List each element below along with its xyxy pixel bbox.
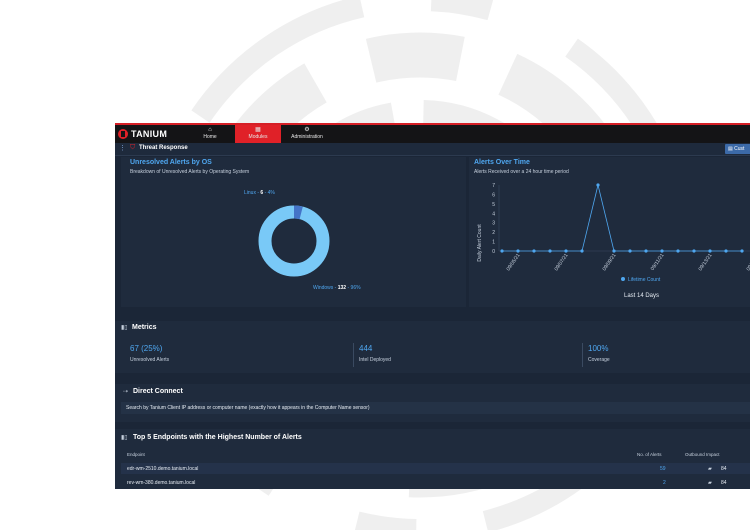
module-title: Threat Response (139, 145, 188, 151)
y-tick-label: 6 (492, 192, 495, 198)
windows-label: Windows - 132 - 96% (313, 285, 361, 291)
alert-count[interactable]: 59 (660, 466, 666, 472)
y-tick-label: 7 (492, 183, 495, 189)
home-icon: ⌂ (208, 127, 212, 133)
alert-count[interactable]: 2 (663, 480, 666, 486)
endpoint-name[interactable]: edr-wm-2510.demo.tanium.local (127, 466, 198, 472)
flag-icon: ▰ (708, 466, 712, 472)
logo-icon (118, 129, 128, 139)
shield-icon: ⛉ (130, 144, 136, 151)
metric-unresolved-label: Unresolved Alerts (130, 357, 170, 363)
chart-bars-icon: ▮▯ (121, 435, 128, 441)
alerts-line-chart: Daily Alert Count 0 1 2 3 4 5 6 7 09/05/21 09/07… (477, 183, 750, 273)
direct-connect-title: Direct Connect (133, 388, 183, 395)
series-line (502, 184, 742, 252)
y-axis-label: Daily Alert Count (477, 224, 483, 262)
os-donut-chart (258, 205, 330, 277)
table-row[interactable]: rev-wm-380.demo.tanium.local 2 ▰ 84 (121, 477, 750, 488)
data-point[interactable] (516, 249, 520, 253)
gear-icon: ⚙ (304, 127, 310, 133)
customize-button[interactable]: ▤ Cust (725, 144, 750, 154)
x-tick-label: 09/11/21 (650, 253, 666, 272)
x-tick-label: 09/05/21 (506, 253, 522, 273)
y-tick-label: 2 (492, 230, 495, 236)
module-header: ⋮ ⛉ Threat Response ▤ Cust (115, 143, 750, 156)
x-tick-label: 09/13/21 (698, 253, 714, 273)
y-tick-label: 0 (492, 249, 495, 255)
data-point[interactable] (500, 249, 504, 253)
column-endpoint[interactable]: Endpoint (127, 452, 145, 457)
endpoint-name[interactable]: rev-wm-380.demo.tanium.local (127, 480, 195, 486)
tanium-logo[interactable]: TANIUM (118, 128, 167, 140)
impact-value: 84 (721, 466, 727, 472)
data-point[interactable] (676, 249, 680, 253)
data-point[interactable] (580, 249, 584, 253)
x-tick-label: 09/15/21 (746, 253, 750, 273)
os-panel-title: Unresolved Alerts by OS (130, 159, 212, 166)
data-point[interactable] (628, 249, 632, 253)
column-outbound-impact[interactable]: Outbound Impact (685, 452, 720, 457)
y-tick-label: 4 (492, 211, 495, 217)
more-menu-icon[interactable]: ⋮ (119, 144, 126, 152)
data-point[interactable] (564, 249, 568, 253)
os-alerts-panel: Unresolved Alerts by OS Breakdown of Unr… (121, 157, 466, 307)
metric-coverage-value: 100% (588, 344, 609, 353)
y-tick-label: 5 (492, 202, 495, 208)
metrics-panel: ▮▯ Metrics 67 (25%) Unresolved Alerts 44… (115, 321, 750, 373)
metric-unresolved-value: 67 (25%) (130, 344, 163, 353)
data-point[interactable] (532, 249, 536, 253)
data-point[interactable] (660, 249, 664, 253)
grid-icon: ▦ (255, 127, 261, 133)
time-panel-subtitle: Alerts Received over a 24 hour time peri… (474, 169, 569, 175)
nav-home[interactable]: ⌂ Home (187, 125, 233, 143)
windows-slice[interactable] (258, 205, 330, 277)
x-tick-label: 09/07/21 (554, 253, 570, 273)
impact-value: 84 (721, 480, 727, 486)
data-point[interactable] (692, 249, 696, 253)
os-panel-subtitle: Breakdown of Unresolved Alerts by Operat… (130, 169, 250, 175)
metrics-title: Metrics (132, 324, 157, 331)
flag-icon: ▰ (708, 480, 712, 486)
metrics-icon: ▮▯ (121, 325, 128, 331)
metric-divider (582, 343, 583, 367)
legend-dot-icon (621, 277, 625, 281)
column-alerts[interactable]: No. of Alerts (637, 452, 662, 457)
app-window: TANIUM ⌂ Home ▦ Modules ⚙ Administration… (115, 123, 750, 489)
metric-intel-label: Intel Deployed (359, 357, 391, 363)
data-point[interactable] (724, 249, 728, 253)
data-point[interactable] (596, 183, 600, 187)
data-point[interactable] (612, 249, 616, 253)
time-range-label: Last 14 Days (624, 293, 660, 299)
data-point[interactable] (708, 249, 712, 253)
top-navigation: TANIUM ⌂ Home ▦ Modules ⚙ Administration (115, 125, 750, 143)
x-tick-label: 09/09/21 (602, 253, 618, 273)
table-row[interactable]: edr-wm-2510.demo.tanium.local 59 ▰ 84 (121, 463, 750, 474)
top-endpoints-title: Top 5 Endpoints with the Highest Number … (133, 434, 302, 441)
endpoint-search-input[interactable]: Search by Tanium Client IP address or co… (121, 402, 750, 414)
metric-divider (353, 343, 354, 367)
chart-legend: Lifetime Count (621, 277, 660, 283)
time-panel-title: Alerts Over Time (474, 159, 530, 166)
metric-coverage-label: Coverage (588, 357, 610, 363)
nav-administration[interactable]: ⚙ Administration (283, 125, 331, 143)
y-tick-label: 3 (492, 221, 495, 227)
data-point[interactable] (548, 249, 552, 253)
metric-intel-value: 444 (359, 344, 373, 353)
data-point[interactable] (644, 249, 648, 253)
y-tick-label: 1 (492, 240, 495, 246)
plug-icon: ⇢ (123, 389, 129, 395)
nav-modules[interactable]: ▦ Modules (235, 125, 281, 143)
data-point[interactable] (740, 249, 744, 253)
linux-label: Linux - 6 - 4% (244, 190, 275, 196)
alerts-over-time-panel: Alerts Over Time Alerts Received over a … (469, 157, 750, 307)
